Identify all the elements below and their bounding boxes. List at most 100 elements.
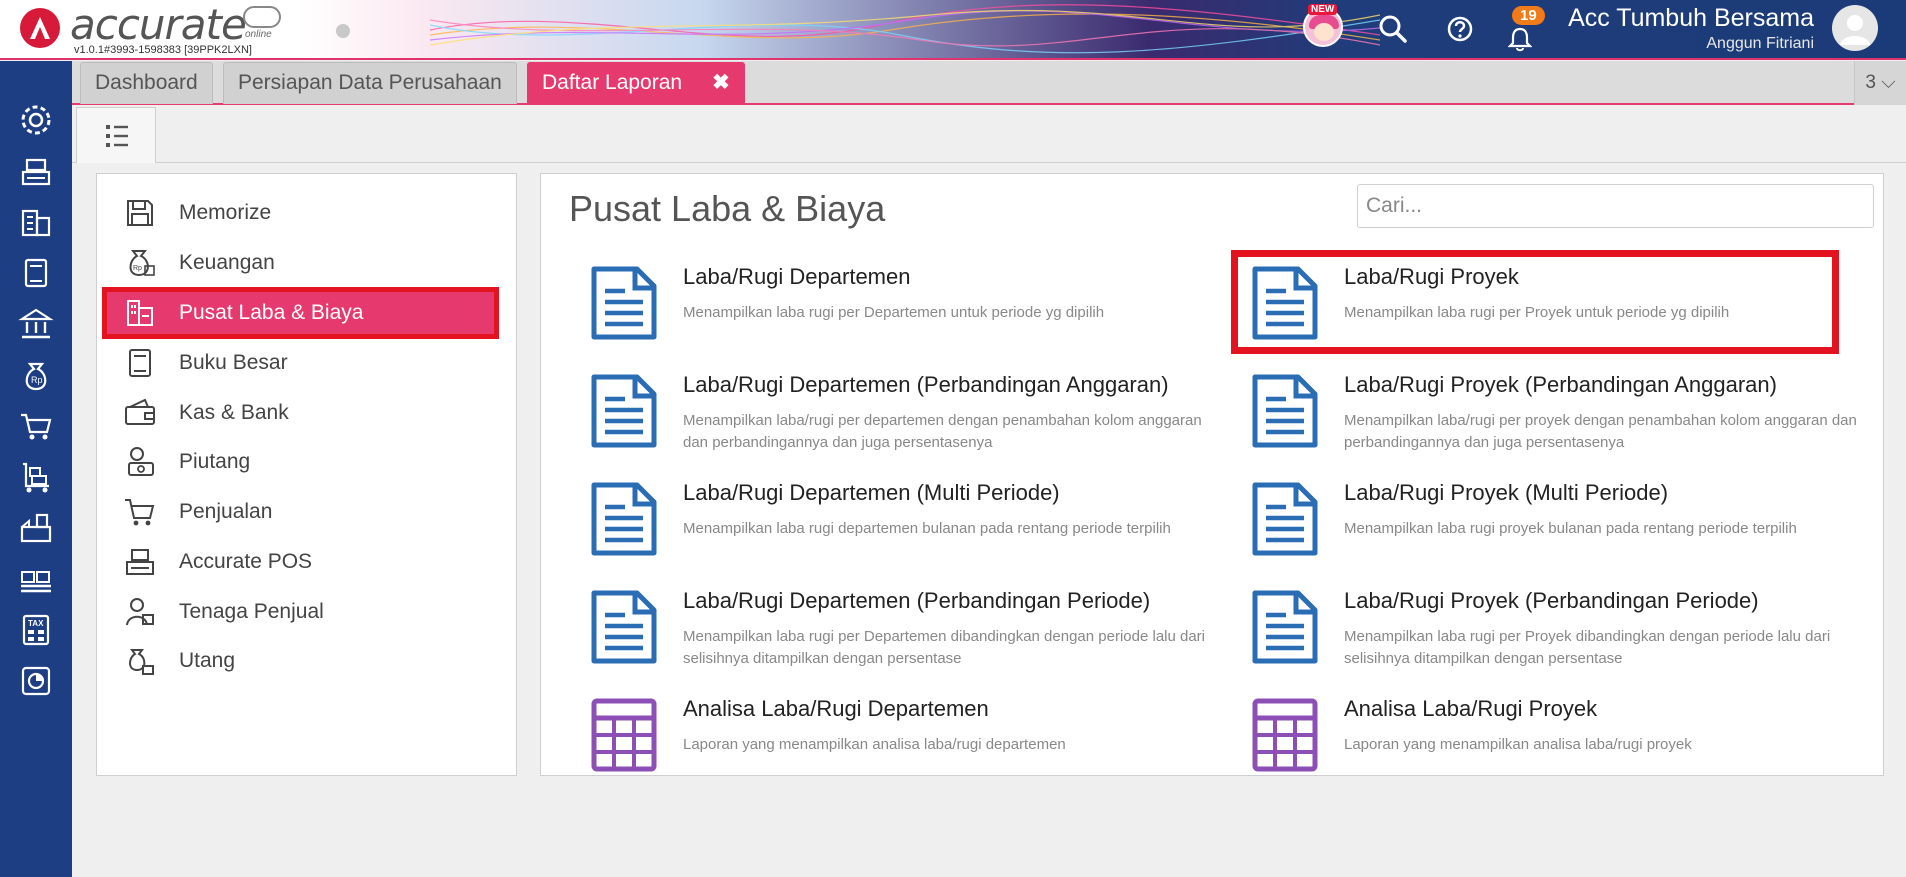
floppy-disk-icon (127, 200, 153, 226)
tab-bar: Dashboard Persiapan Data Perusahaan Daft… (72, 61, 1906, 105)
search-icon[interactable] (1378, 14, 1408, 44)
pallet-icon[interactable] (17, 560, 55, 598)
report-description: Menampilkan laba rugi departemen bulanan… (683, 520, 1171, 537)
report-description: Menampilkan laba rugi proyek bulanan pad… (1344, 520, 1797, 537)
report-toolbar (72, 107, 1906, 163)
top-header: accurate online v1.0.1#3993-1598383 [39P… (0, 0, 1906, 60)
accurate-logo-mark[interactable] (20, 8, 60, 48)
category-label: Buku Besar (179, 351, 288, 374)
cart-icon[interactable] (17, 407, 55, 445)
report-item-proyek-multi-periode[interactable]: Laba/Rugi Proyek (Multi Periode) Menampi… (1250, 480, 1883, 580)
category-label: Piutang (179, 450, 251, 473)
bank-icon[interactable] (17, 305, 55, 343)
header-wave-decoration (430, 4, 1380, 54)
category-buku-besar[interactable]: Buku Besar (102, 338, 499, 388)
report-category-list: Memorize Rp Keuangan Pusat Laba & Biaya … (96, 173, 517, 776)
report-title: Laba/Rugi Departemen (Perbandingan Angga… (683, 372, 1169, 397)
svg-text:Rp: Rp (133, 265, 142, 272)
report-description: Laporan yang menampilkan analisa laba/ru… (1344, 736, 1692, 753)
category-pusat-laba-biaya[interactable]: Pusat Laba & Biaya (102, 287, 499, 339)
report-title: Analisa Laba/Rugi Departemen (683, 696, 989, 721)
tab-label: Dashboard (95, 71, 198, 94)
category-label: Penjualan (179, 500, 273, 523)
document-icon (1252, 590, 1318, 664)
company-name[interactable]: Acc Tumbuh Bersama (1560, 4, 1814, 33)
document-icon (591, 482, 657, 556)
cart-icon (125, 499, 155, 526)
version-text: v1.0.1#3993-1598383 [39PPK2LXN] (74, 44, 252, 56)
report-title: Laba/Rugi Proyek (Multi Periode) (1344, 480, 1669, 505)
report-title: Analisa Laba/Rugi Proyek (1344, 696, 1598, 721)
document-icon (1252, 374, 1318, 448)
svg-text:TAX: TAX (28, 619, 44, 628)
company-icon[interactable] (17, 203, 55, 241)
module-sidebar: Rp TAX (0, 61, 72, 877)
tab-dashboard[interactable]: Dashboard (80, 62, 213, 104)
logo-text: accurate (70, 0, 247, 49)
close-icon[interactable]: ✖ (712, 63, 730, 103)
payable-icon (129, 649, 154, 675)
category-piutang[interactable]: Piutang (102, 437, 499, 487)
report-description: Menampilkan laba rugi per Departemen dib… (683, 628, 1206, 667)
report-title: Laba/Rugi Proyek (Perbandingan Anggaran) (1344, 372, 1777, 397)
page-title: Pusat Laba & Biaya (569, 188, 886, 229)
category-penjualan[interactable]: Penjualan (102, 487, 499, 537)
cloud-icon (243, 6, 281, 28)
report-item-departemen-perbandingan-anggaran[interactable]: Laba/Rugi Departemen (Perbandingan Angga… (589, 372, 1229, 472)
tab-persiapan-data[interactable]: Persiapan Data Perusahaan (223, 62, 517, 104)
factory-icon[interactable] (17, 509, 55, 547)
report-title: Laba/Rugi Departemen (Perbandingan Perio… (683, 588, 1151, 613)
grid-table-icon (591, 698, 657, 772)
logo-subtext: online (245, 29, 272, 40)
category-tenaga-penjual[interactable]: Tenaga Penjual (102, 587, 499, 637)
report-title: Laba/Rugi Departemen (683, 264, 911, 289)
cashier-icon (126, 549, 154, 575)
document-icon (1252, 482, 1318, 556)
search-input[interactable] (1357, 184, 1874, 228)
category-label: Pusat Laba & Biaya (179, 301, 364, 324)
ledger-book-icon (129, 349, 151, 377)
report-title: Laba/Rugi Departemen (Multi Periode) (683, 480, 1060, 505)
category-utang[interactable]: Utang (102, 636, 499, 686)
report-description: Menampilkan laba/rugi per departemen den… (683, 412, 1202, 451)
category-label: Utang (179, 649, 236, 672)
category-memorize[interactable]: Memorize (102, 188, 499, 238)
cashier-icon[interactable] (17, 152, 55, 190)
report-item-laba-rugi-departemen[interactable]: Laba/Rugi Departemen Menampilkan laba ru… (589, 264, 1229, 364)
money-bag-icon[interactable]: Rp (17, 356, 55, 394)
user-name[interactable]: Anggun Fitriani (1560, 35, 1814, 53)
notification-badge[interactable]: 19 (1512, 6, 1545, 25)
document-icon (591, 266, 657, 340)
report-chart-icon[interactable] (17, 662, 55, 700)
tax-icon[interactable]: TAX (17, 611, 55, 649)
category-kas-bank[interactable]: Kas & Bank (102, 388, 499, 438)
help-icon[interactable] (1446, 15, 1474, 43)
list-view-button[interactable] (76, 107, 156, 163)
list-icon (106, 125, 128, 147)
user-avatar[interactable] (1832, 5, 1878, 51)
ledger-book-icon[interactable] (17, 254, 55, 292)
category-label: Tenaga Penjual (179, 600, 324, 623)
bell-icon[interactable] (1508, 26, 1532, 52)
report-description: Menampilkan laba rugi per Departemen unt… (683, 304, 1105, 321)
report-item-departemen-perbandingan-periode[interactable]: Laba/Rugi Departemen (Perbandingan Perio… (589, 588, 1229, 688)
report-item-departemen-multi-periode[interactable]: Laba/Rugi Departemen (Multi Periode) Men… (589, 480, 1229, 580)
open-tabs-dropdown[interactable]: 3 ⌵ (1854, 61, 1906, 105)
document-icon (591, 590, 657, 664)
report-item-analisa-proyek[interactable]: Analisa Laba/Rugi Proyek Laporan yang me… (1250, 696, 1883, 775)
category-label: Memorize (179, 201, 272, 224)
tab-daftar-laporan[interactable]: Daftar Laporan ✖ (527, 62, 745, 104)
new-badge: NEW (1308, 4, 1338, 15)
building-chart-icon (127, 300, 153, 326)
tab-label: Persiapan Data Perusahaan (238, 71, 502, 94)
category-keuangan[interactable]: Rp Keuangan (102, 238, 499, 288)
settings-icon[interactable] (17, 101, 55, 139)
tab-label: Daftar Laporan (542, 71, 683, 94)
receivable-person-icon (128, 447, 154, 476)
inventory-trolley-icon[interactable] (17, 458, 55, 496)
status-dot (336, 24, 350, 38)
report-item-proyek-perbandingan-anggaran[interactable]: Laba/Rugi Proyek (Perbandingan Anggaran)… (1250, 372, 1883, 472)
report-item-analisa-departemen[interactable]: Analisa Laba/Rugi Departemen Laporan yan… (589, 696, 1229, 775)
report-item-proyek-perbandingan-periode[interactable]: Laba/Rugi Proyek (Perbandingan Periode) … (1250, 588, 1883, 688)
category-accurate-pos[interactable]: Accurate POS (102, 537, 499, 587)
